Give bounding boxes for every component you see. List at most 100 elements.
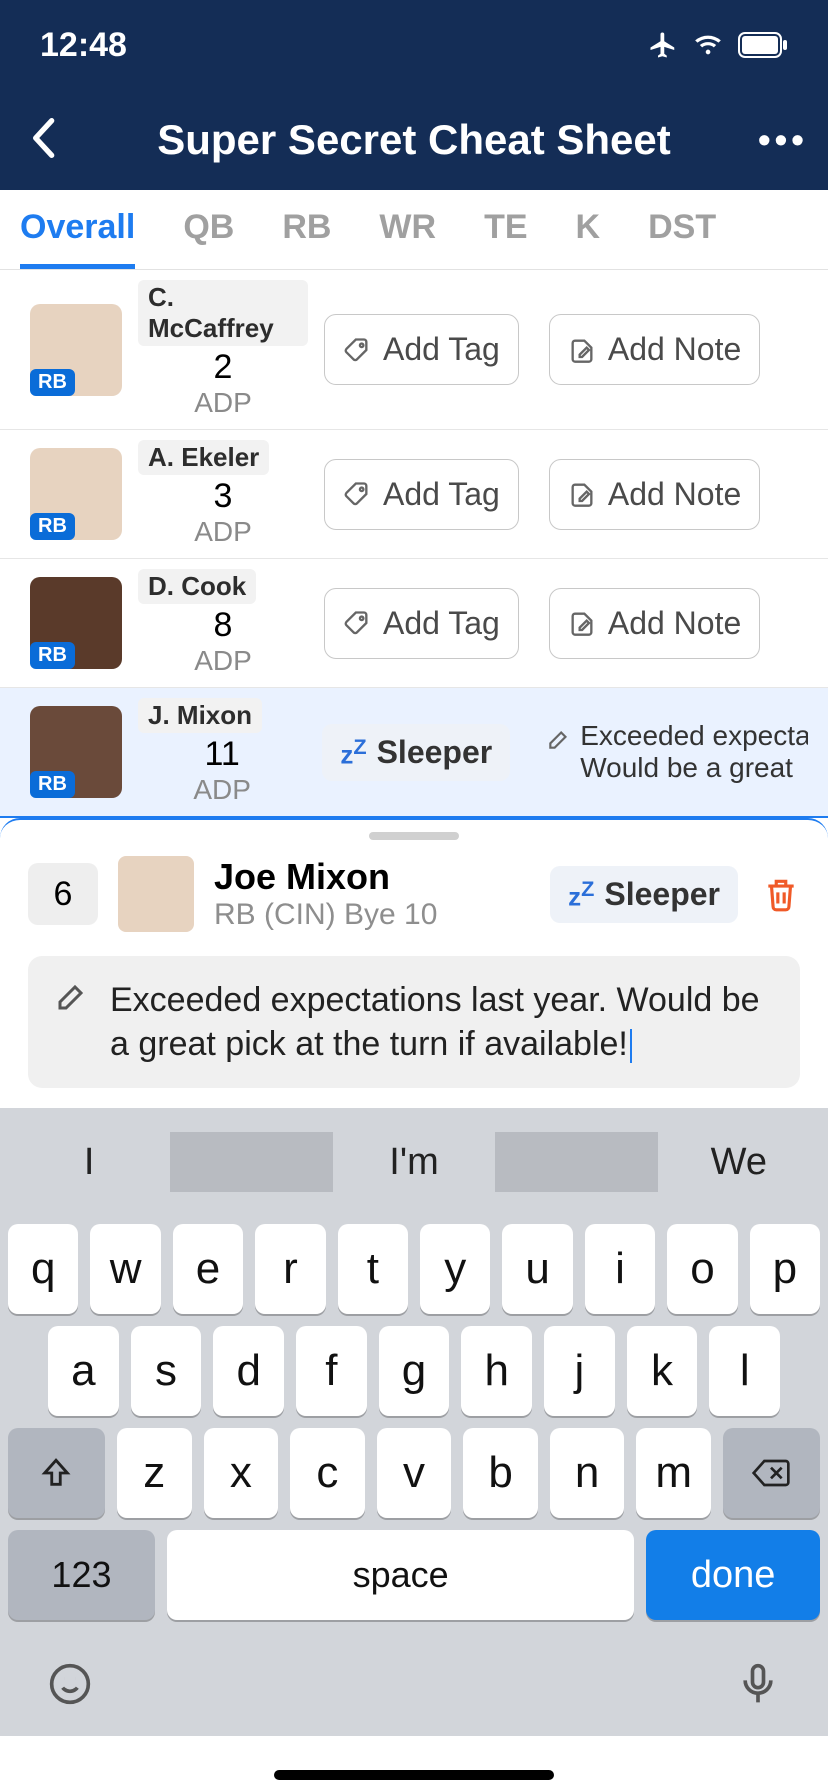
page-title: Super Secret Cheat Sheet xyxy=(70,116,758,164)
key-s[interactable]: s xyxy=(131,1326,202,1416)
key-row: z x c v b n m xyxy=(8,1428,820,1518)
home-indicator[interactable] xyxy=(274,1770,554,1780)
tab-te[interactable]: TE xyxy=(484,190,527,269)
add-tag-button[interactable]: Add Tag xyxy=(324,588,519,659)
tab-k[interactable]: K xyxy=(576,190,601,269)
position-badge: RB xyxy=(30,771,75,798)
sleeper-tag[interactable]: zZ Sleeper xyxy=(322,724,510,781)
suggestion[interactable]: I'm xyxy=(333,1141,495,1184)
add-note-button[interactable]: Add Note xyxy=(549,459,760,530)
key-d[interactable]: d xyxy=(213,1326,284,1416)
player-name: C. McCaffrey xyxy=(138,280,308,346)
more-button[interactable]: ••• xyxy=(758,119,798,161)
key-e[interactable]: e xyxy=(173,1224,243,1314)
adp-value: 3 xyxy=(138,477,308,516)
key-z[interactable]: z xyxy=(117,1428,192,1518)
position-tabs: Overall QB RB WR TE K DST xyxy=(0,190,828,270)
tab-qb[interactable]: QB xyxy=(183,190,234,269)
key-k[interactable]: k xyxy=(627,1326,698,1416)
avatar: RB xyxy=(30,448,122,540)
adp-label: ADP xyxy=(138,774,306,806)
note-icon xyxy=(568,480,596,508)
sheet-handle[interactable] xyxy=(369,832,459,840)
suggestion-bar: I I'm We xyxy=(8,1112,820,1212)
key-a[interactable]: a xyxy=(48,1326,119,1416)
tab-wr[interactable]: WR xyxy=(379,190,436,269)
battery-icon xyxy=(738,32,788,58)
detail-player-sub: RB (CIN) Bye 10 xyxy=(214,898,437,932)
delete-button[interactable] xyxy=(762,873,800,915)
key-u[interactable]: u xyxy=(502,1224,572,1314)
player-row[interactable]: RB C. McCaffrey 2 ADP Add Tag Add Note xyxy=(0,270,828,430)
key-g[interactable]: g xyxy=(379,1326,450,1416)
key-o[interactable]: o xyxy=(667,1224,737,1314)
key-p[interactable]: p xyxy=(750,1224,820,1314)
emoji-button[interactable] xyxy=(48,1662,92,1706)
note-preview[interactable]: Exceeded expecta Would be a great xyxy=(546,720,808,784)
done-key[interactable]: done xyxy=(646,1530,820,1620)
tag-icon xyxy=(343,609,371,637)
note-icon xyxy=(568,609,596,637)
note-input[interactable]: Exceeded expectations last year. Would b… xyxy=(28,956,800,1088)
tab-rb[interactable]: RB xyxy=(282,190,331,269)
add-note-button[interactable]: Add Note xyxy=(549,314,760,385)
key-row: 123 space done xyxy=(8,1530,820,1620)
header: Super Secret Cheat Sheet ••• xyxy=(0,90,828,190)
suggestion[interactable]: We xyxy=(658,1141,820,1184)
adp-label: ADP xyxy=(138,387,308,419)
add-note-button[interactable]: Add Note xyxy=(549,588,760,659)
key-b[interactable]: b xyxy=(463,1428,538,1518)
key-i[interactable]: i xyxy=(585,1224,655,1314)
key-m[interactable]: m xyxy=(636,1428,711,1518)
player-name: D. Cook xyxy=(138,569,256,604)
tab-dst[interactable]: DST xyxy=(648,190,716,269)
adp-label: ADP xyxy=(138,645,308,677)
key-q[interactable]: q xyxy=(8,1224,78,1314)
sleeper-icon: zZ xyxy=(340,734,366,771)
key-t[interactable]: t xyxy=(338,1224,408,1314)
key-w[interactable]: w xyxy=(90,1224,160,1314)
tab-overall[interactable]: Overall xyxy=(20,190,135,269)
player-row[interactable]: RB D. Cook 8 ADP Add Tag Add Note xyxy=(0,559,828,688)
key-c[interactable]: c xyxy=(290,1428,365,1518)
numbers-key[interactable]: 123 xyxy=(8,1530,155,1620)
key-row: a s d f g h j k l xyxy=(8,1326,820,1416)
avatar: RB xyxy=(30,577,122,669)
add-tag-button[interactable]: Add Tag xyxy=(324,314,519,385)
edit-icon xyxy=(546,724,572,754)
position-badge: RB xyxy=(30,642,75,669)
player-row[interactable]: RB J. Mixon 11 ADP zZ Sleeper Exceeded e… xyxy=(0,688,828,818)
position-badge: RB xyxy=(30,513,75,540)
player-row[interactable]: RB A. Ekeler 3 ADP Add Tag Add Note xyxy=(0,430,828,559)
player-detail-sheet: 6 Joe Mixon RB (CIN) Bye 10 zZ Sleeper E… xyxy=(0,818,828,1108)
avatar: RB xyxy=(30,706,122,798)
key-v[interactable]: v xyxy=(377,1428,452,1518)
key-l[interactable]: l xyxy=(709,1326,780,1416)
key-f[interactable]: f xyxy=(296,1326,367,1416)
key-h[interactable]: h xyxy=(461,1326,532,1416)
back-button[interactable] xyxy=(30,118,70,163)
suggestion[interactable]: I xyxy=(8,1141,170,1184)
adp-value: 8 xyxy=(138,606,308,645)
mic-button[interactable] xyxy=(736,1662,780,1706)
rank-box: 6 xyxy=(28,863,98,925)
key-r[interactable]: r xyxy=(255,1224,325,1314)
detail-player-name: Joe Mixon xyxy=(214,856,437,898)
edit-icon xyxy=(54,978,90,1014)
key-x[interactable]: x xyxy=(204,1428,279,1518)
status-bar: 12:48 xyxy=(0,0,828,90)
space-key[interactable]: space xyxy=(167,1530,634,1620)
adp-label: ADP xyxy=(138,516,308,548)
key-j[interactable]: j xyxy=(544,1326,615,1416)
player-name: J. Mixon xyxy=(138,698,262,733)
key-y[interactable]: y xyxy=(420,1224,490,1314)
backspace-key[interactable] xyxy=(723,1428,820,1518)
add-tag-button[interactable]: Add Tag xyxy=(324,459,519,530)
avatar xyxy=(118,856,194,932)
adp-value: 11 xyxy=(138,735,306,774)
sleeper-tag[interactable]: zZ Sleeper xyxy=(550,866,738,923)
tag-icon xyxy=(343,336,371,364)
status-time: 12:48 xyxy=(40,26,127,65)
shift-key[interactable] xyxy=(8,1428,105,1518)
key-n[interactable]: n xyxy=(550,1428,625,1518)
